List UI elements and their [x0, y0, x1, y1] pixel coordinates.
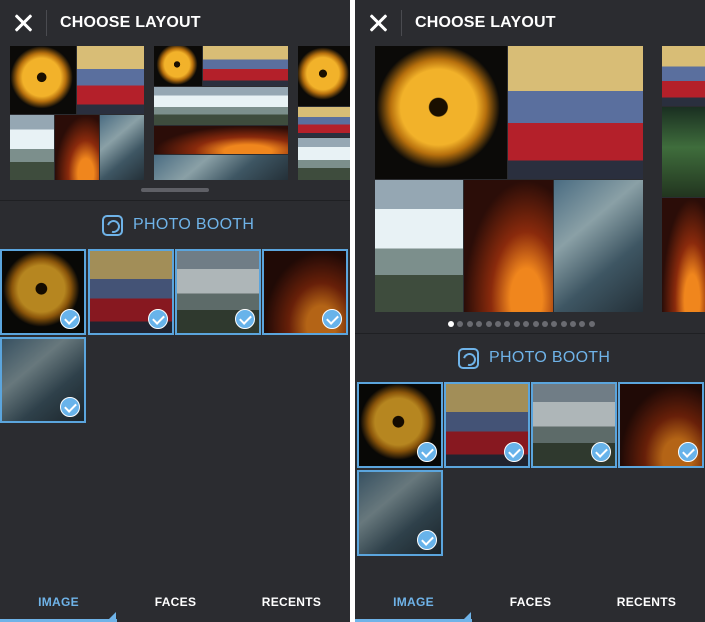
pagination-dot[interactable]: [504, 321, 511, 327]
tab-faces[interactable]: FACES: [472, 582, 589, 622]
checkmark-icon: [60, 309, 80, 329]
layout-cell-image: [662, 107, 705, 197]
layout-cell-image: [464, 180, 553, 312]
photo-booth[interactable]: PHOTO BOOTH: [102, 213, 254, 237]
layout-cell-image: [375, 46, 507, 179]
photo-booth-icon: [458, 347, 479, 369]
photo-booth[interactable]: PHOTO BOOTH: [458, 346, 610, 370]
header: CHOOSE LAYOUT: [0, 0, 350, 46]
tab-recents[interactable]: RECENTS: [588, 582, 705, 622]
layout-cell-image: [203, 46, 288, 86]
screen-layout-preview: CHOOSE LAYOUT PHOTO BOOTH IMAGE FACES RE…: [355, 0, 705, 622]
bottom-tabs: IMAGE FACES RECENTS: [0, 582, 350, 622]
checkmark-icon: [417, 442, 437, 462]
layout-cell-image: [10, 46, 76, 114]
pagination-dot-active[interactable]: [448, 321, 454, 327]
layout-cell-image: [100, 115, 144, 180]
pagination-dot[interactable]: [494, 321, 501, 327]
divider: [0, 200, 350, 201]
layout-cell-image: [154, 155, 288, 180]
photo-thumbnail[interactable]: [175, 249, 261, 335]
tab-faces[interactable]: FACES: [117, 582, 234, 622]
layout-cell-image: [554, 180, 643, 312]
layout-cell-image: [10, 115, 54, 180]
pagination-dot[interactable]: [523, 321, 530, 327]
layout-option[interactable]: [10, 46, 144, 180]
photo-thumbnail[interactable]: [444, 382, 530, 468]
pagination-dots[interactable]: [448, 321, 595, 327]
checkmark-icon: [417, 530, 437, 550]
layout-cell-image: [154, 126, 288, 154]
photo-thumbnail[interactable]: [618, 382, 704, 468]
layout-option-next[interactable]: [662, 46, 705, 312]
photo-booth-icon: [102, 214, 123, 236]
pagination-dot[interactable]: [588, 321, 595, 327]
page-title: CHOOSE LAYOUT: [415, 14, 556, 31]
page-title: CHOOSE LAYOUT: [60, 14, 201, 31]
header-divider: [401, 10, 402, 36]
layout-cell-image: [298, 107, 350, 137]
tab-corner-marker: [464, 612, 471, 619]
photo-thumbnail[interactable]: [0, 337, 86, 423]
pagination-dot[interactable]: [485, 321, 492, 327]
checkmark-icon: [60, 397, 80, 417]
layout-strip[interactable]: [0, 46, 350, 201]
tab-corner-marker: [109, 612, 116, 619]
header: CHOOSE LAYOUT: [355, 0, 705, 46]
photo-booth-label: PHOTO BOOTH: [489, 349, 611, 366]
photo-thumbnail[interactable]: [0, 249, 86, 335]
pagination-dot[interactable]: [560, 321, 567, 327]
photo-thumbnail[interactable]: [262, 249, 348, 335]
drag-handle[interactable]: [141, 188, 209, 192]
tab-recents[interactable]: RECENTS: [233, 582, 350, 622]
pagination-dot[interactable]: [532, 321, 539, 327]
layout-cell-image: [154, 46, 202, 86]
checkmark-icon: [591, 442, 611, 462]
layout-cell-image: [375, 180, 463, 312]
close-icon[interactable]: [10, 10, 36, 36]
checkmark-icon: [235, 309, 255, 329]
layout-cell-image: [298, 46, 350, 106]
pagination-dot[interactable]: [476, 321, 483, 327]
bottom-tabs: IMAGE FACES RECENTS: [355, 582, 705, 622]
layout-preview[interactable]: [375, 46, 643, 312]
pagination-dot[interactable]: [541, 321, 548, 327]
photo-thumbnail[interactable]: [531, 382, 617, 468]
photo-thumbnail[interactable]: [88, 249, 174, 335]
screen-layout-strip: CHOOSE LAYOUT PHOTO BOOTH IMAGE FACES RE…: [0, 0, 350, 622]
photo-thumbnail[interactable]: [357, 382, 443, 468]
layout-option[interactable]: [298, 46, 350, 180]
checkmark-icon: [678, 442, 698, 462]
checkmark-icon: [322, 309, 342, 329]
pagination-dot[interactable]: [513, 321, 520, 327]
layout-cell-image: [77, 46, 144, 114]
pagination-dot[interactable]: [457, 321, 464, 327]
header-divider: [46, 10, 47, 36]
checkmark-icon: [504, 442, 524, 462]
checkmark-icon: [148, 309, 168, 329]
layout-cell-image: [662, 46, 705, 106]
pagination-dot[interactable]: [551, 321, 558, 327]
layout-cell-image: [508, 46, 643, 179]
divider: [355, 333, 705, 334]
layout-cell-image: [662, 198, 705, 312]
tab-image[interactable]: IMAGE: [355, 582, 472, 622]
tab-image[interactable]: IMAGE: [0, 582, 117, 622]
pagination-dot[interactable]: [570, 321, 577, 327]
photo-booth-label: PHOTO BOOTH: [133, 216, 255, 233]
pagination-dot[interactable]: [466, 321, 473, 327]
layout-cell-image: [55, 115, 99, 180]
photo-thumbnail[interactable]: [357, 470, 443, 556]
close-icon[interactable]: [365, 10, 391, 36]
layout-cell-image: [154, 87, 288, 125]
pagination-dot[interactable]: [579, 321, 586, 327]
layout-cell-image: [298, 138, 350, 180]
layout-option[interactable]: [154, 46, 288, 180]
